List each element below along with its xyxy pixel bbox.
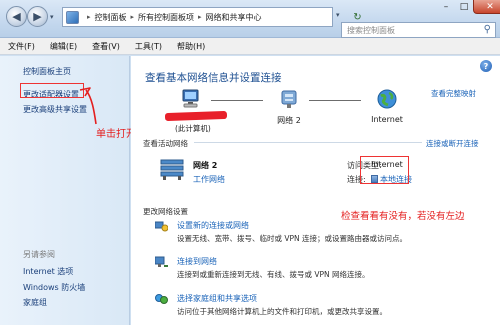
task-description: 设置无线、宽带、拨号、临时或 VPN 连接；或设置路由器或访问点。 [177,234,408,243]
page-title: 查看基本网络信息并设置连接 [145,72,282,84]
see-also-internet-options[interactable]: Internet 选项 [23,266,73,277]
map-link-line [309,100,361,101]
active-network-name: 网络 2 [193,161,218,170]
maximize-button[interactable]: □ [455,0,473,14]
breadcrumb-separator-icon: ▸ [198,13,202,21]
breadcrumb-control-panel[interactable]: 控制面板 [95,12,127,23]
menu-file[interactable]: 文件(F) [0,41,42,52]
new-connection-icon [155,221,168,232]
window-controls: – □ ✕ [437,0,500,14]
search-icon[interactable]: ⚲ [484,24,491,35]
breadcrumb-all-items[interactable]: 所有控制面板项 [138,12,194,23]
menu-view[interactable]: 查看(V) [84,41,127,52]
map-node-internet-label: Internet [371,115,403,124]
menu-bar: 文件(F) 编辑(E) 查看(V) 工具(T) 帮助(H) [0,38,500,55]
forward-button[interactable]: ▶ [27,6,48,27]
back-arrow-icon: ◀ [12,10,21,23]
active-networks-heading: 查看活动网络 [143,139,188,148]
change-settings-heading: 更改网络设置 [143,207,188,216]
see-also-firewall[interactable]: Windows 防火墙 [23,282,85,293]
close-button[interactable]: ✕ [473,0,500,14]
map-node-internet[interactable]: Internet [362,88,412,124]
task-title[interactable]: 连接到网络 [177,256,217,267]
address-bar[interactable]: ▸ 控制面板 ▸ 所有控制面板项 ▸ 网络和共享中心 [62,7,333,27]
map-link-line [211,100,263,101]
minimize-button[interactable]: – [437,0,455,14]
task-description: 访问位于其他网络计算机上的文件和打印机，或更改共享设置。 [177,307,387,316]
computer-icon [182,89,199,108]
homegroup-icon [155,294,168,304]
breadcrumb-separator-icon: ▸ [87,13,91,21]
map-node-network-label: 网络 2 [277,116,301,125]
network-type-link[interactable]: 工作网络 [193,174,225,185]
forward-arrow-icon: ▶ [33,10,42,23]
annotation-check-local: 检查看看有没有，若没有左边 [341,211,465,222]
task-title[interactable]: 设置新的连接或网络 [177,220,249,231]
redaction-mark [164,110,228,122]
network-icon [281,90,297,108]
search-placeholder: 搜索控制面板 [347,25,395,35]
menu-tools[interactable]: 工具(T) [127,41,169,52]
full-map-link[interactable]: 查看完整映射 [431,88,476,99]
annotation-highlight-box [20,83,84,98]
connect-network-icon [155,256,168,267]
work-network-icon [160,159,184,180]
map-node-network[interactable]: 网络 2 [264,88,314,126]
breadcrumb-separator-icon: ▸ [130,13,135,21]
see-also-heading: 另请参阅 [23,250,55,259]
title-bar: ◀ ▶ ▾ ▸ 控制面板 ▸ 所有控制面板项 ▸ 网络和共享中心 ▾ ↻ – □… [0,0,500,38]
search-input[interactable]: 搜索控制面板 ⚲ [341,22,496,38]
map-node-computer-label: (此计算机) [175,124,211,133]
history-dropdown[interactable]: ▾ [50,13,58,21]
section-divider [194,142,422,143]
annotation-arrow-icon [79,87,97,125]
sidebar-item-home[interactable]: 控制面板主页 [23,66,71,77]
see-also-homegroup[interactable]: 家庭组 [23,297,47,308]
annotation-click-open: 单击打开 [96,129,136,140]
menu-help[interactable]: 帮助(H) [169,41,212,52]
main-content: ? 查看基本网络信息并设置连接 查看完整映射 网络 2 Internet (此计… [131,56,500,325]
address-dropdown[interactable]: ▾ [336,11,348,19]
control-panel-icon [66,10,79,24]
help-icon[interactable]: ? [480,60,492,72]
breadcrumb-network-center[interactable]: 网络和共享中心 [206,12,262,23]
task-title[interactable]: 选择家庭组和共享选项 [177,293,257,304]
annotation-highlight-box [360,156,409,184]
back-button[interactable]: ◀ [6,6,27,27]
menu-edit[interactable]: 编辑(E) [42,41,84,52]
globe-icon [377,89,397,109]
task-description: 连接到或重新连接到无线、有线、拨号或 VPN 网络连接。 [177,270,370,279]
map-node-computer [166,88,216,112]
connect-disconnect-link[interactable]: 连接或断开连接 [426,138,479,149]
